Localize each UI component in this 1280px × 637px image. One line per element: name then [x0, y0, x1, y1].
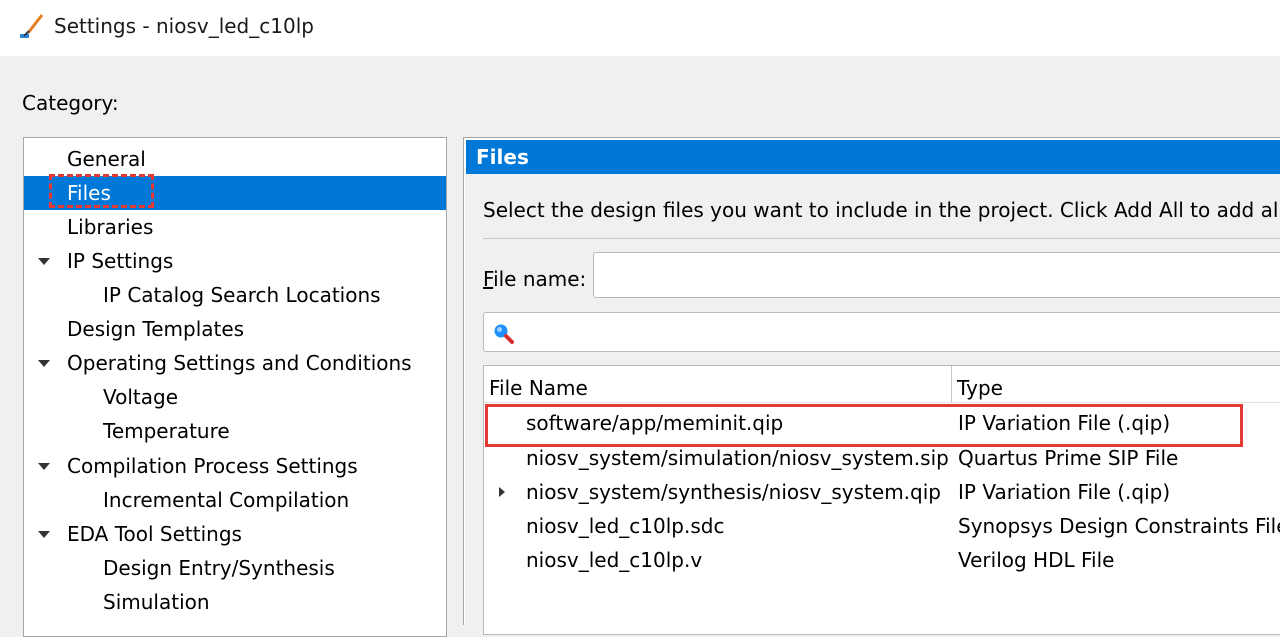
expand-arrow-icon[interactable]	[38, 360, 50, 367]
expand-arrow-icon[interactable]	[38, 258, 50, 265]
tree-item-label: General	[67, 147, 146, 171]
tree-item-operating-settings[interactable]: Operating Settings and Conditions	[24, 346, 446, 380]
expand-arrow-icon[interactable]	[38, 463, 50, 470]
table-row[interactable]: niosv_led_c10lp.sdc Synopsys Design Cons…	[484, 509, 1280, 543]
tree-item-label: Operating Settings and Conditions	[67, 351, 412, 375]
file-name-mnemonic: F	[483, 267, 494, 291]
tree-item-eda-tool-settings[interactable]: EDA Tool Settings	[24, 517, 446, 551]
window-title: Settings - niosv_led_c10lp	[54, 14, 314, 38]
tree-item-label: IP Settings	[67, 249, 174, 273]
tree-item-ip-settings[interactable]: IP Settings	[24, 244, 446, 278]
tree-item-label: Voltage	[103, 385, 179, 409]
files-annotation-box	[49, 174, 154, 208]
file-type-cell: Synopsys Design Constraints File	[958, 514, 1280, 538]
tree-item-libraries[interactable]: Libraries	[24, 210, 446, 244]
panel-body: Select the design files you want to incl…	[465, 174, 1280, 635]
file-type-cell: IP Variation File (.qip)	[958, 480, 1171, 504]
title-bar: Settings - niosv_led_c10lp	[0, 0, 1280, 56]
tree-item-design-entry-synthesis[interactable]: Design Entry/Synthesis	[24, 551, 446, 585]
column-divider[interactable]	[951, 366, 952, 402]
tree-item-design-templates[interactable]: Design Templates	[24, 312, 446, 346]
tree-item-voltage[interactable]: Voltage	[24, 380, 446, 414]
tree-item-simulation[interactable]: Simulation	[24, 585, 446, 619]
tree-item-label: Compilation Process Settings	[67, 454, 358, 478]
tree-item-temperature[interactable]: Temperature	[24, 414, 446, 448]
category-label: Category:	[22, 91, 119, 115]
tree-item-label: Incremental Compilation	[103, 488, 350, 512]
category-tree[interactable]: General Files Libraries IP Settings IP C…	[23, 137, 447, 637]
column-header-type[interactable]: Type	[957, 366, 1003, 402]
panel-header: Files	[466, 140, 1280, 174]
file-name-input[interactable]	[593, 252, 1280, 298]
search-input[interactable]	[483, 312, 1280, 352]
file-type-cell: Verilog HDL File	[958, 548, 1115, 572]
tree-item-incremental-compilation[interactable]: Incremental Compilation	[24, 483, 446, 517]
divider	[483, 238, 1280, 239]
file-name-label-text: ile name:	[493, 267, 587, 291]
file-name-cell: niosv_system/synthesis/niosv_system.qip	[526, 480, 941, 504]
meminit-row-annotation-box	[485, 404, 1243, 447]
header-divider	[484, 402, 1280, 403]
table-row[interactable]: niosv_system/synthesis/niosv_system.qip …	[484, 475, 1280, 509]
file-name-cell: niosv_led_c10lp.v	[526, 548, 703, 572]
files-panel: Files Select the design files you want t…	[463, 137, 1280, 635]
expand-arrow-icon[interactable]	[38, 531, 50, 538]
file-name-label: File name:	[483, 267, 586, 291]
tree-item-label: IP Catalog Search Locations	[103, 283, 381, 307]
tree-item-label: Design Entry/Synthesis	[103, 556, 335, 580]
tree-item-label: Simulation	[103, 590, 210, 614]
tree-item-ip-catalog-search-locations[interactable]: IP Catalog Search Locations	[24, 278, 446, 312]
tree-item-label: Temperature	[103, 419, 230, 443]
settings-wand-icon	[20, 14, 44, 38]
instructions-text: Select the design files you want to incl…	[483, 198, 1280, 222]
column-header-file-name[interactable]: File Name	[489, 366, 588, 402]
tree-item-compilation-process-settings[interactable]: Compilation Process Settings	[24, 449, 446, 483]
tree-item-general[interactable]: General	[24, 142, 446, 176]
tree-item-label: Design Templates	[67, 317, 245, 341]
tree-item-label: Libraries	[67, 215, 154, 239]
file-name-cell: niosv_led_c10lp.sdc	[526, 514, 725, 538]
search-icon	[494, 324, 514, 344]
expand-row-icon[interactable]	[499, 487, 505, 497]
tree-item-label: EDA Tool Settings	[67, 522, 242, 546]
table-row[interactable]: niosv_led_c10lp.v Verilog HDL File	[484, 543, 1280, 577]
